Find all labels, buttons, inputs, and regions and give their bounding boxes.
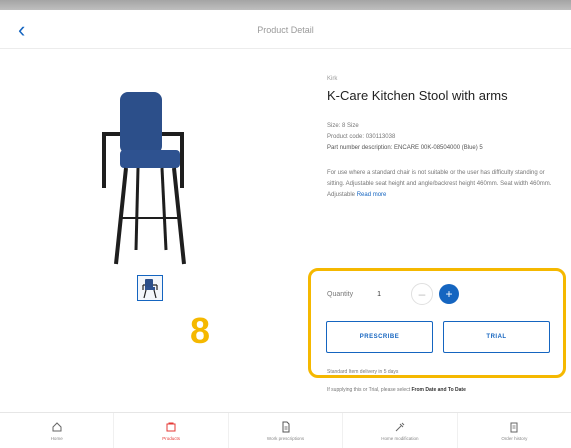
highlight-box bbox=[308, 268, 566, 378]
tab-products[interactable]: Products bbox=[114, 413, 229, 448]
tab-work-prescriptions[interactable]: Work prescriptions bbox=[229, 413, 344, 448]
header: ‹ Product Detail bbox=[0, 12, 571, 48]
app-frame: ‹ Product Detail 8 Kirk K-Care Kitchen S… bbox=[0, 0, 571, 448]
stool-illustration bbox=[102, 92, 186, 265]
tools-icon bbox=[395, 422, 405, 432]
tab-home[interactable]: Home bbox=[0, 413, 115, 448]
product-description: For use where a standard chair is not su… bbox=[327, 168, 552, 201]
home-icon bbox=[52, 422, 62, 432]
product-details: Kirk K-Care Kitchen Stool with arms Size… bbox=[327, 76, 557, 201]
product-name: K-Care Kitchen Stool with arms bbox=[327, 88, 508, 103]
tab-label: Products bbox=[162, 436, 180, 441]
part-number: Part number description: ENCARE 00K-0850… bbox=[327, 145, 483, 151]
page-title: Product Detail bbox=[257, 25, 314, 35]
product-image bbox=[98, 78, 218, 278]
products-icon bbox=[166, 422, 176, 432]
delivery-note: Standard Item delivery in 5 days bbox=[327, 369, 399, 375]
bottom-tab-bar: Home Products Work prescriptions Home mo… bbox=[0, 412, 571, 448]
tab-home-modification[interactable]: Home modification bbox=[343, 413, 458, 448]
product-code: Product code: 030113038 bbox=[327, 134, 396, 140]
step-number-badge: 8 bbox=[190, 310, 211, 351]
read-more-link[interactable]: Read more bbox=[357, 192, 387, 198]
product-meta: Size: 8 Size Product code: 030113038 Par… bbox=[327, 121, 557, 154]
tab-label: Work prescriptions bbox=[266, 436, 305, 441]
tab-label: Order history bbox=[501, 436, 528, 441]
supplier-note: If supplying this or Trial, please selec… bbox=[327, 386, 552, 394]
header-divider bbox=[0, 48, 571, 49]
tab-order-history[interactable]: Order history bbox=[458, 413, 571, 448]
brand-label: Kirk bbox=[327, 76, 338, 82]
supplier-note-text: If supplying this or Trial, please selec… bbox=[327, 387, 412, 393]
back-chevron-icon[interactable]: ‹ bbox=[18, 18, 36, 42]
tab-label: Home bbox=[50, 436, 63, 441]
date-range-link[interactable]: From Date and To Date bbox=[412, 387, 466, 393]
clipboard-icon bbox=[510, 422, 518, 433]
document-icon bbox=[282, 421, 290, 433]
stool-thumbnail-icon bbox=[142, 279, 158, 299]
product-thumbnail[interactable] bbox=[137, 275, 163, 301]
tab-label: Home modification bbox=[381, 436, 419, 441]
product-size: Size: 8 Size bbox=[327, 123, 359, 129]
